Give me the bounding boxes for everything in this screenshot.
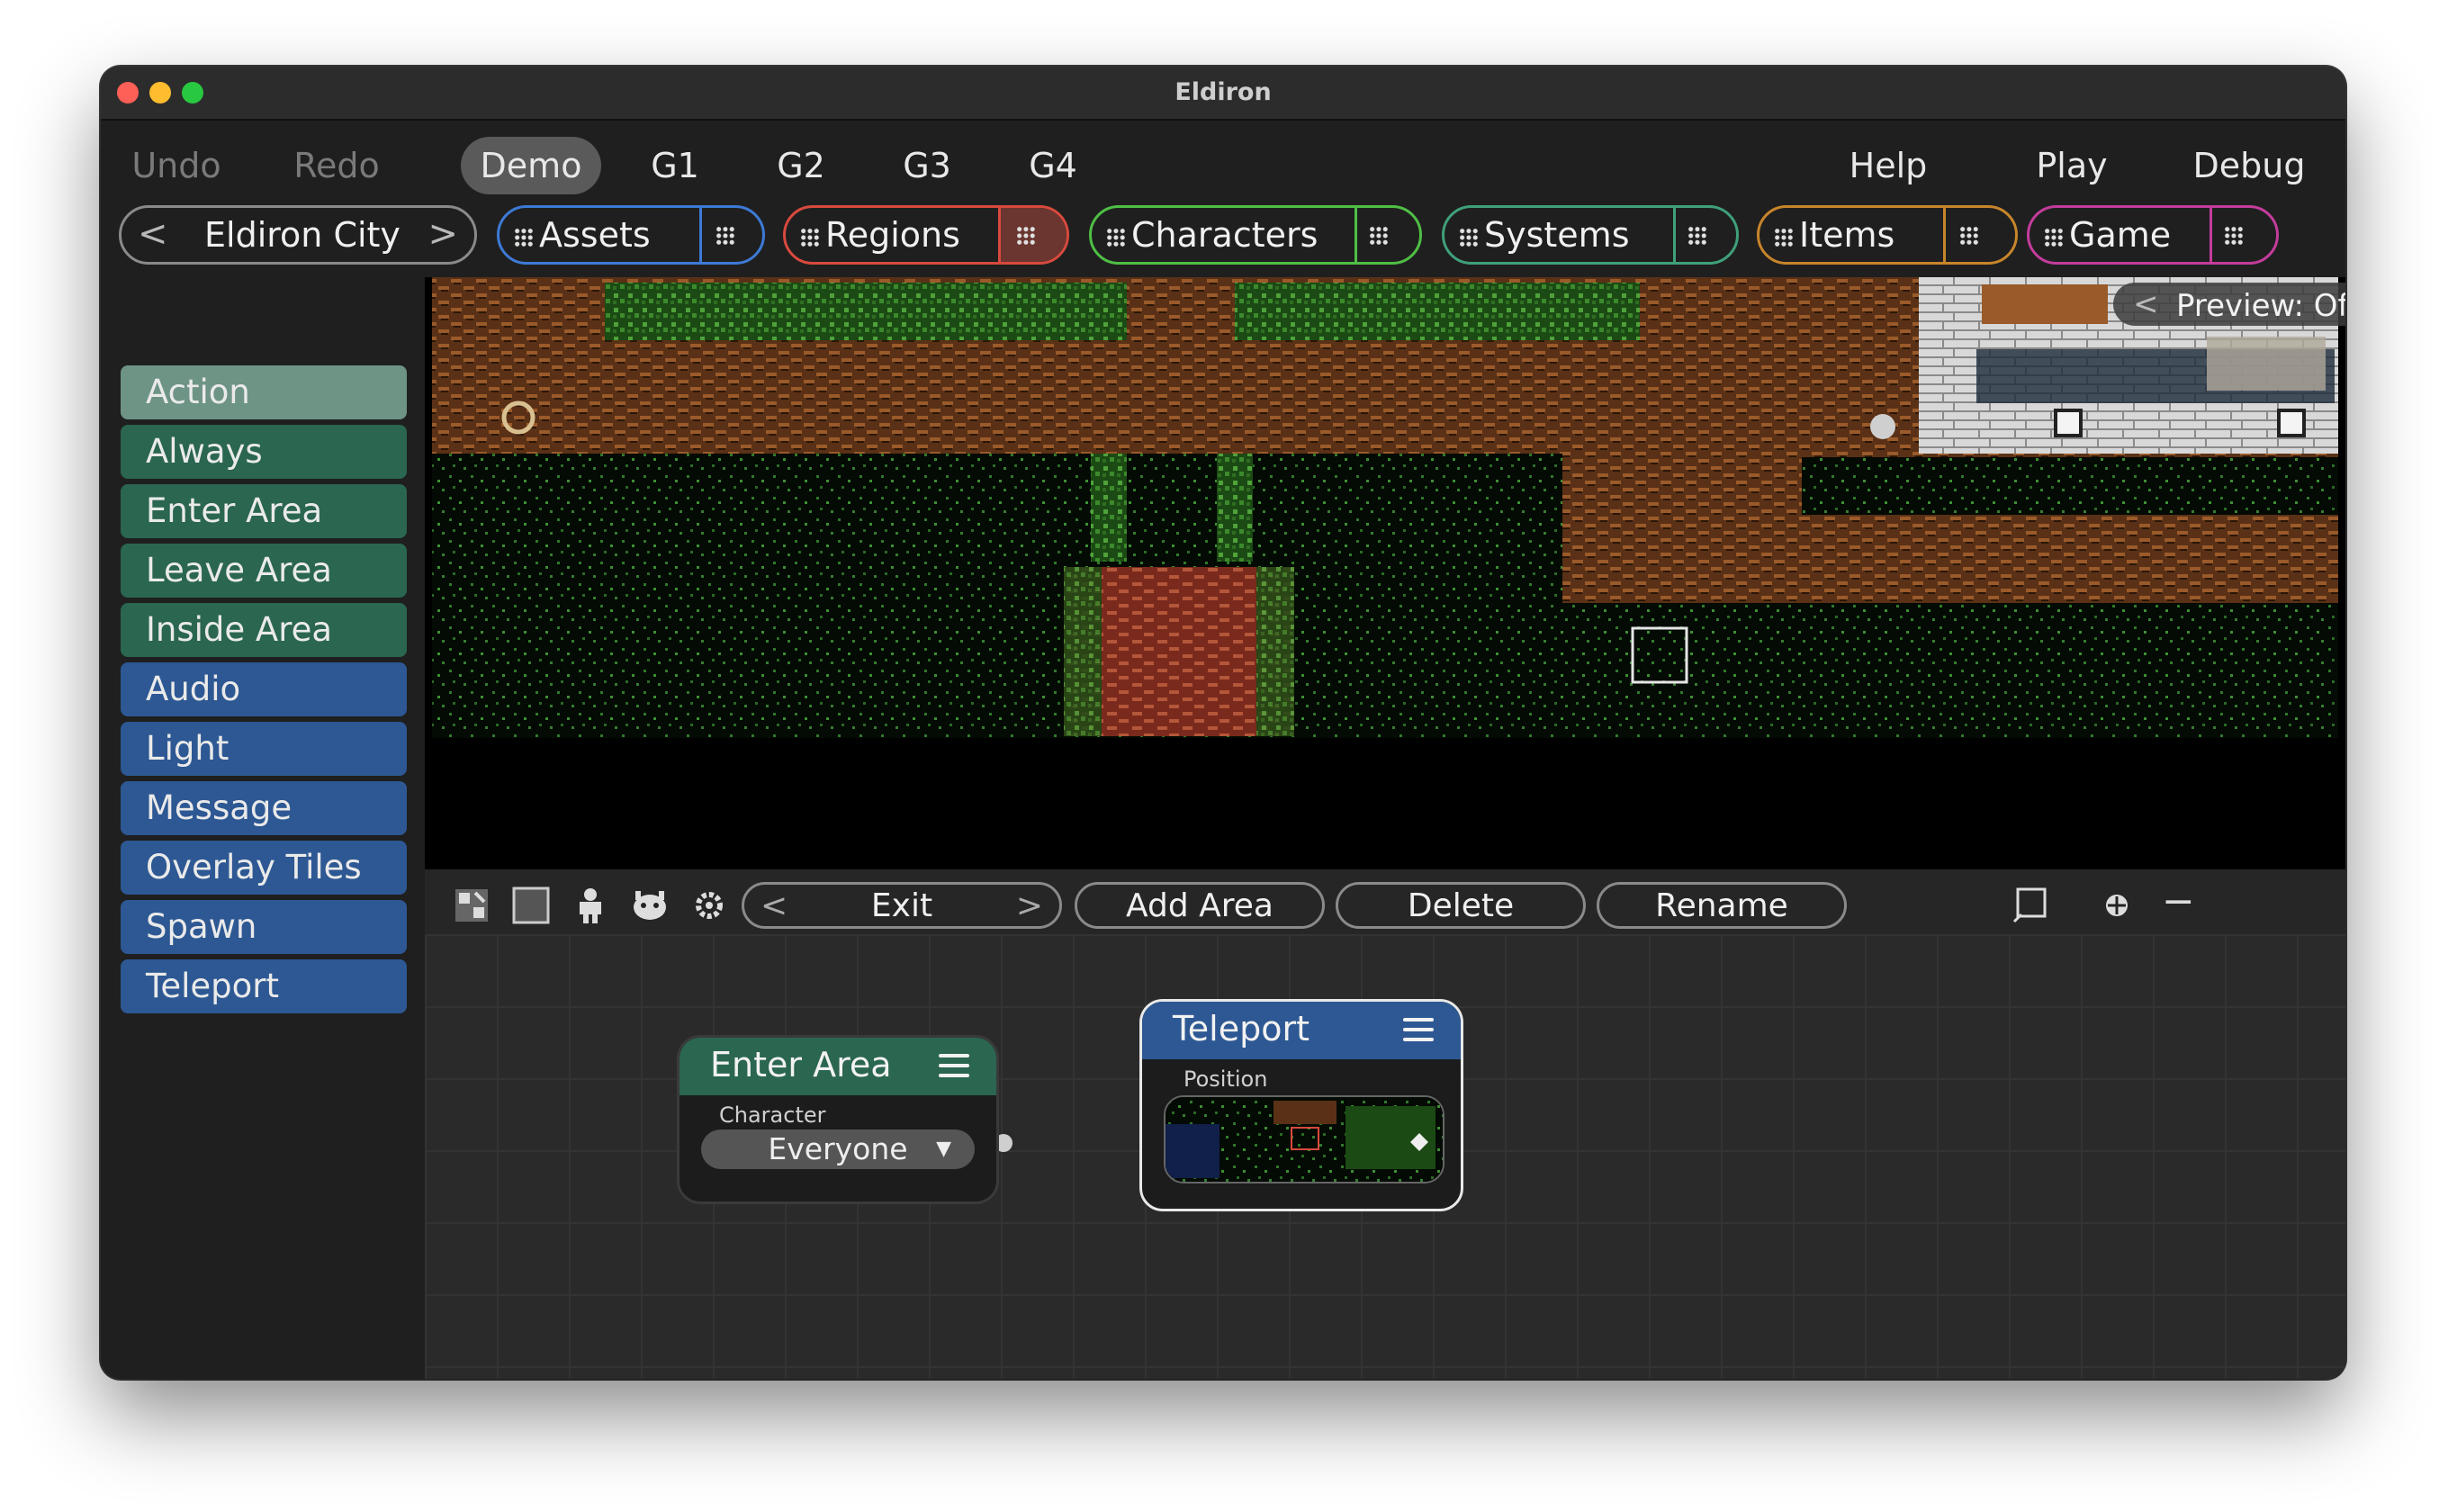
character-icon[interactable] (571, 886, 610, 925)
sidebar-item-spawn[interactable]: Spawn (121, 900, 407, 954)
node-title: Teleport (1173, 1009, 1310, 1048)
chevron-left-icon[interactable]: < (138, 208, 168, 262)
debug-button[interactable]: Debug (2182, 137, 2317, 194)
g3-button[interactable]: G3 (891, 137, 963, 194)
tab-assets-label: Assets (539, 215, 651, 255)
tab-systems[interactable]: Systems (1442, 205, 1739, 265)
grid-menu-icon[interactable] (1016, 225, 1036, 246)
move-icon[interactable] (2097, 886, 2137, 925)
tile-map[interactable] (425, 277, 2345, 869)
grid-icon (800, 227, 820, 248)
teleport-node[interactable]: Teleport Position (1139, 999, 1463, 1211)
grid-menu-icon[interactable] (2224, 225, 2244, 246)
grid-menu-icon[interactable] (1959, 225, 1979, 246)
sidebar-item-teleport[interactable]: Teleport (121, 959, 407, 1013)
chevron-right-icon[interactable]: > (428, 208, 458, 262)
param-label: Position (1184, 1066, 1268, 1092)
tab-systems-label: Systems (1484, 215, 1630, 255)
node-title: Enter Area (710, 1045, 892, 1084)
tiles-icon[interactable] (452, 886, 491, 925)
tab-game-label: Game (2069, 215, 2172, 255)
redo-button[interactable]: Redo (284, 137, 389, 194)
help-button[interactable]: Help (1834, 137, 1942, 194)
area-name: Exit (870, 887, 933, 924)
tab-items-label: Items (1799, 215, 1895, 255)
rename-button[interactable]: Rename (1597, 882, 1847, 929)
delete-button[interactable]: Delete (1336, 882, 1586, 929)
tab-regions[interactable]: Regions (783, 205, 1069, 265)
chevron-right-icon[interactable]: > (1016, 885, 1043, 928)
node-graph-canvas[interactable]: Enter Area Character Everyone ▼ Teleport… (425, 934, 2345, 1379)
g1-button[interactable]: G1 (639, 137, 711, 194)
grid-menu-icon[interactable] (1369, 225, 1389, 246)
grid-icon (1774, 227, 1794, 248)
chevron-left-icon[interactable]: < (760, 885, 788, 928)
chevron-left-icon[interactable]: < (2133, 286, 2159, 322)
sidebar-item-light[interactable]: Light (121, 722, 407, 776)
sidebar-item-leave-area[interactable]: Leave Area (121, 544, 407, 598)
sidebar-item-message[interactable]: Message (121, 781, 407, 835)
sidebar-item-overlay-tiles[interactable]: Overlay Tiles (121, 841, 407, 895)
preview-toggle[interactable]: < Preview: Off > (2113, 283, 2345, 326)
editor-toolbar: < Exit > Add Area Delete Rename − (425, 869, 2345, 934)
add-area-button[interactable]: Add Area (1075, 882, 1325, 929)
g4-button[interactable]: G4 (1017, 137, 1089, 194)
sidebar-item-inside-area[interactable]: Inside Area (121, 603, 407, 657)
node-palette-sidebar: Action Always Enter Area Leave Area Insi… (101, 275, 423, 1379)
tab-characters-label: Characters (1131, 215, 1318, 255)
tab-assets[interactable]: Assets (497, 205, 765, 265)
tab-items[interactable]: Items (1757, 205, 2018, 265)
node-header[interactable]: Enter Area (680, 1038, 996, 1095)
sidebar-item-enter-area[interactable]: Enter Area (121, 484, 407, 538)
grid-icon (1459, 227, 1479, 248)
sidebar-item-action[interactable]: Action (121, 365, 407, 419)
monster-icon[interactable] (630, 886, 670, 925)
region-map-view[interactable]: < Preview: Off > (425, 277, 2345, 869)
param-label: Character (719, 1102, 826, 1128)
grid-icon (1106, 227, 1126, 248)
grid-icon (514, 227, 534, 248)
title-bar: Eldiron (101, 67, 2345, 121)
window-title: Eldiron (1174, 78, 1272, 106)
demo-button[interactable]: Demo (461, 137, 601, 194)
character-dropdown[interactable]: Everyone ▼ (701, 1130, 975, 1169)
menu-icon[interactable] (1403, 1018, 1434, 1043)
menu-icon[interactable] (939, 1054, 969, 1079)
g2-button[interactable]: G2 (765, 137, 837, 194)
undo-button[interactable]: Undo (124, 137, 229, 194)
zoom-out-button[interactable]: − (2162, 878, 2195, 924)
caret-down-icon: ▼ (936, 1138, 951, 1160)
grid-icon (2044, 227, 2064, 248)
app-window: Eldiron Undo Redo Demo G1 G2 G3 G4 Help … (101, 67, 2345, 1379)
tab-game[interactable]: Game (2027, 205, 2279, 265)
region-name: Eldiron City (204, 215, 400, 255)
settings-icon[interactable] (689, 886, 729, 925)
position-map-preview[interactable] (1164, 1095, 1444, 1184)
frame-icon[interactable] (2011, 886, 2050, 925)
area-icon[interactable] (511, 886, 551, 925)
play-button[interactable]: Play (2018, 137, 2126, 194)
top-menu: Undo Redo Demo G1 G2 G3 G4 Help Play Deb… (101, 130, 2345, 194)
region-selector[interactable]: < Eldiron City > (119, 205, 477, 265)
dropdown-value: Everyone (768, 1131, 908, 1166)
enter-area-node[interactable]: Enter Area Character Everyone ▼ (677, 1035, 999, 1204)
preview-label: Preview: Off (2176, 288, 2345, 324)
sidebar-item-always[interactable]: Always (121, 425, 407, 479)
tab-regions-label: Regions (825, 215, 960, 255)
grid-menu-icon[interactable] (716, 225, 735, 246)
area-selector[interactable]: < Exit > (742, 882, 1062, 929)
node-header[interactable]: Teleport (1142, 1002, 1461, 1059)
sidebar-item-audio[interactable]: Audio (121, 662, 407, 716)
grid-menu-icon[interactable] (1688, 225, 1707, 246)
tab-characters[interactable]: Characters (1089, 205, 1422, 265)
